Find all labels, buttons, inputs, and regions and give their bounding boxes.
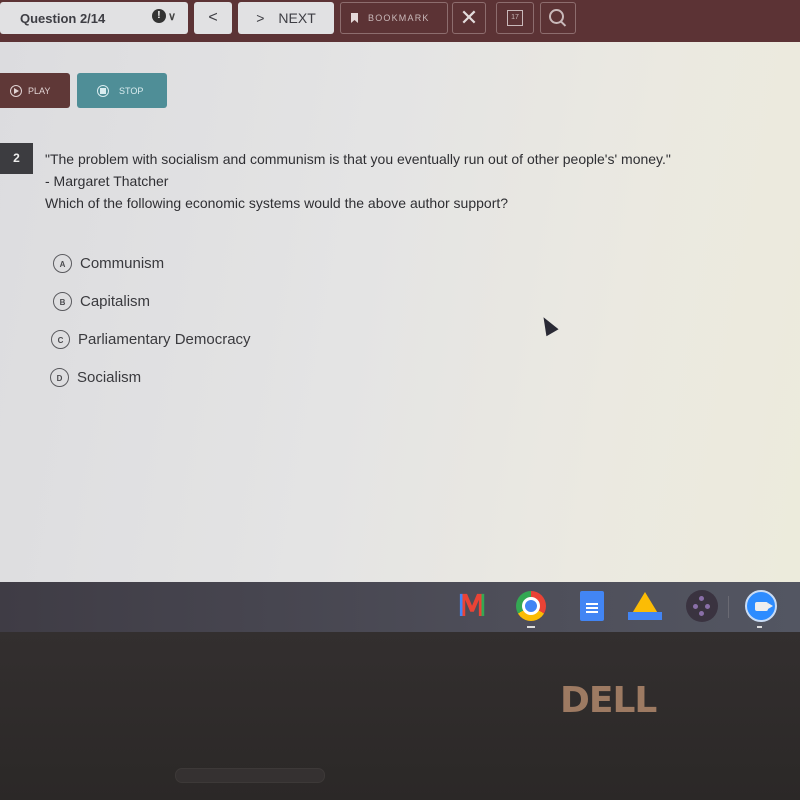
chrome-icon[interactable]: [514, 589, 548, 623]
app-launcher-icon[interactable]: [685, 589, 719, 623]
option-letter[interactable]: B: [53, 291, 72, 311]
question-text: "The problem with socialism and communis…: [45, 148, 671, 214]
flag-dropdown[interactable]: ! ∨: [151, 9, 176, 23]
answer-option-d[interactable]: D Socialism: [50, 358, 251, 396]
google-docs-icon[interactable]: [575, 589, 609, 623]
stop-label: STOP: [119, 85, 144, 96]
calendar-icon: 17: [507, 10, 523, 26]
question-attribution: - Margaret Thatcher: [45, 173, 169, 189]
zoom-icon[interactable]: [744, 589, 778, 623]
option-label[interactable]: Capitalism: [80, 293, 150, 310]
dell-logo: DELL: [560, 680, 657, 721]
question-selector[interactable]: Question 2/14 ! ∨: [0, 2, 188, 34]
bookmark-icon: [351, 13, 358, 23]
screen: Question 2/14 ! ∨ < > NEXT BOOKMARK ✕ 17: [0, 0, 800, 582]
question-quote: "The problem with socialism and communis…: [45, 151, 671, 167]
answer-option-c[interactable]: C Parliamentary Democracy: [51, 320, 251, 358]
option-label[interactable]: Socialism: [77, 369, 141, 386]
stop-icon: [97, 84, 109, 97]
bookmark-label: BOOKMARK: [368, 13, 430, 23]
question-counter: Question 2/14: [20, 10, 106, 26]
bookmark-button[interactable]: BOOKMARK: [340, 2, 448, 34]
play-button[interactable]: PLAY: [0, 73, 70, 108]
option-label[interactable]: Parliamentary Democracy: [78, 331, 251, 348]
question-number-badge: 2: [0, 143, 33, 174]
chromeos-shelf: [0, 582, 800, 632]
magnifier-button[interactable]: [540, 2, 576, 34]
chevron-down-icon: ∨: [167, 10, 176, 23]
laptop-bezel: [0, 632, 800, 800]
option-letter[interactable]: D: [50, 367, 69, 387]
answer-option-b[interactable]: B Capitalism: [53, 282, 251, 320]
answer-option-a[interactable]: A Communism: [53, 244, 251, 282]
option-letter[interactable]: A: [53, 253, 72, 273]
previous-button[interactable]: <: [194, 2, 232, 34]
laptop-hinge: [175, 768, 325, 783]
option-letter[interactable]: C: [51, 329, 70, 349]
gmail-icon[interactable]: M: [455, 589, 489, 624]
shelf-divider: [728, 596, 729, 618]
quiz-toolbar: Question 2/14 ! ∨ < > NEXT BOOKMARK ✕ 17: [0, 0, 800, 42]
zoom-active-indicator: [757, 626, 762, 628]
chrome-active-indicator: [527, 626, 535, 628]
option-label[interactable]: Communism: [80, 255, 164, 272]
answer-options: A Communism B Capitalism C Parliamentary…: [50, 244, 251, 396]
next-button[interactable]: > NEXT: [238, 2, 334, 34]
play-icon: [10, 84, 22, 97]
play-label: PLAY: [28, 85, 51, 96]
google-drive-icon[interactable]: [628, 589, 662, 623]
search-icon: [548, 8, 564, 24]
notepad-button[interactable]: 17: [496, 2, 534, 34]
close-icon: ✕: [459, 5, 479, 30]
alert-icon: !: [151, 9, 166, 23]
chevron-left-icon: <: [208, 9, 218, 26]
mouse-cursor-icon: [537, 313, 559, 337]
next-label: NEXT: [278, 10, 316, 26]
question-prompt: Which of the following economic systems …: [45, 195, 509, 211]
eliminate-button[interactable]: ✕: [452, 2, 486, 34]
chevron-right-icon: >: [256, 10, 265, 26]
stop-button[interactable]: STOP: [77, 73, 167, 108]
